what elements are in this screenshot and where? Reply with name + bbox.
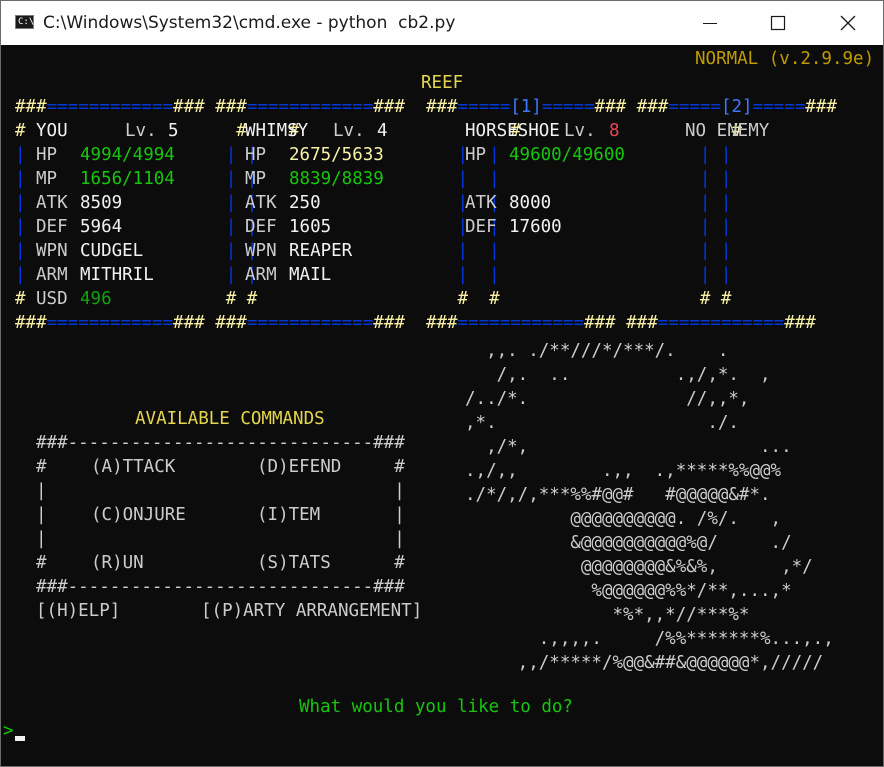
- window-title: C:\Windows\System32\cmd.exe - python cb2…: [43, 13, 456, 33]
- enemy2-slot-tag: [2]: [720, 97, 753, 117]
- enemy1-atk-label: ATK: [465, 193, 497, 213]
- console-window: C:\ C:\Windows\System32\cmd.exe - python…: [0, 0, 884, 767]
- maximize-icon: [770, 15, 786, 31]
- ally-def: 1605: [289, 217, 332, 237]
- player-wpn-label: WPN: [36, 241, 68, 261]
- command-stats[interactable]: (S)TATS: [257, 551, 331, 575]
- ally-mp-label: MP: [245, 169, 267, 189]
- player-level-label: Lv.: [125, 121, 157, 141]
- command-attack[interactable]: (A)TTACK: [91, 455, 175, 479]
- command-conjure[interactable]: (C)ONJURE: [91, 503, 186, 527]
- player-usd-label: USD: [36, 289, 68, 309]
- player-mp: 1656/1104: [80, 169, 175, 189]
- ally-wpn-label: WPN: [245, 241, 277, 261]
- player-hp: 4994/4994: [80, 145, 175, 165]
- command-party-arrangement[interactable]: [(P)ARTY ARRANGEMENT]: [201, 599, 422, 623]
- player-atk-label: ATK: [36, 193, 68, 213]
- ally-hp-label: HP: [245, 145, 267, 165]
- enemy1-name: HORSESHOE: [465, 121, 560, 141]
- enemy1-slot-tag: [1]: [510, 97, 542, 117]
- ally-name: WHIMSY: [245, 121, 309, 141]
- ally-mp: 8839/8839: [289, 169, 384, 189]
- player-hp-label: HP: [36, 145, 58, 165]
- player-mp-label: MP: [36, 169, 58, 189]
- enemy1-hp-label: HP: [465, 145, 487, 165]
- enemy1-level: 8: [609, 121, 620, 141]
- ally-arm-label: ARM: [245, 265, 277, 285]
- ally-hp: 2675/5633: [289, 145, 384, 165]
- text-caret[interactable]: [15, 736, 25, 741]
- ally-level: 4: [377, 121, 388, 141]
- minimize-button[interactable]: [675, 1, 745, 45]
- enemy2-name: NO ENEMY: [685, 121, 770, 141]
- prompt-cursor: >: [3, 721, 14, 741]
- command-item[interactable]: (I)TEM: [257, 503, 320, 527]
- ally-weapon: REAPER: [289, 241, 353, 261]
- enemy1-hp: 49600/49600: [509, 145, 625, 165]
- player-level: 5: [168, 121, 179, 141]
- cmd-icon: C:\: [15, 15, 34, 29]
- ally-atk: 250: [289, 193, 321, 213]
- enemy1-def-label: DEF: [465, 217, 497, 237]
- player-arm-label: ARM: [36, 265, 68, 285]
- ally-atk-label: ATK: [245, 193, 277, 213]
- prompt-question: What would you like to do?: [299, 697, 573, 717]
- enemy1-level-label: Lv.: [564, 121, 596, 141]
- ally-level-label: Lv.: [333, 121, 365, 141]
- enemy1-def: 17600: [509, 217, 562, 237]
- title-bar[interactable]: C:\ C:\Windows\System32\cmd.exe - python…: [1, 1, 883, 45]
- player-name: YOU: [36, 121, 68, 141]
- player-weapon: CUDGEL: [80, 241, 144, 261]
- panel-top-borders: ###============### ###============### ##…: [15, 97, 837, 117]
- commands-heading: AVAILABLE COMMANDS: [135, 409, 325, 429]
- close-icon: [840, 15, 856, 31]
- panel-footer-borders: # # # # # # # #: [15, 289, 884, 309]
- location-title: REEF: [421, 73, 464, 93]
- version-label: NORMAL (v.2.9.9e): [695, 49, 875, 69]
- player-armor: MITHRIL: [80, 265, 154, 285]
- ally-armor: MAIL: [289, 265, 332, 285]
- command-defend[interactable]: (D)EFEND: [257, 455, 341, 479]
- maximize-button[interactable]: [743, 1, 813, 45]
- command-help[interactable]: [(H)ELP]: [36, 599, 120, 623]
- enemy1-atk: 8000: [509, 193, 552, 213]
- panel-bottom-borders: ###============### ###============### ##…: [15, 313, 816, 333]
- enemy-ascii-art: ,,. ./**///*/***/. . /,. .. .,/,*. , /..…: [465, 341, 834, 673]
- ally-def-label: DEF: [245, 217, 277, 237]
- player-def-label: DEF: [36, 217, 68, 237]
- player-usd: 496: [80, 289, 112, 309]
- minimize-icon: [703, 23, 717, 24]
- player-def: 5964: [80, 217, 123, 237]
- command-run[interactable]: (R)UN: [91, 551, 144, 575]
- player-atk: 8509: [80, 193, 123, 213]
- close-button[interactable]: [813, 1, 883, 45]
- terminal-area[interactable]: NORMAL (v.2.9.9e) REEF ###============##…: [1, 45, 883, 766]
